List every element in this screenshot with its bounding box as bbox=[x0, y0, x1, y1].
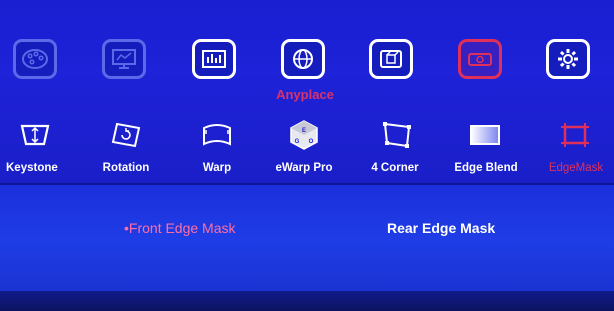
bottom-strip bbox=[0, 291, 614, 311]
top-menu-item-settings[interactable] bbox=[546, 39, 590, 79]
divider bbox=[0, 183, 614, 185]
osd-menu: Anyplace E G O Keystone Rotation Warp eW… bbox=[0, 0, 614, 311]
submenu-label-warp[interactable]: Warp bbox=[198, 162, 236, 174]
submenu-label-keystone[interactable]: Keystone bbox=[6, 162, 58, 174]
section-caption: Anyplace bbox=[276, 87, 334, 102]
palette-icon bbox=[22, 49, 48, 69]
svg-text:E: E bbox=[302, 128, 306, 134]
top-menu-item-network[interactable] bbox=[281, 39, 325, 79]
submenu-panel bbox=[0, 183, 614, 291]
projector-icon bbox=[468, 53, 492, 66]
equalizer-icon bbox=[202, 50, 226, 68]
edge-mask-icon[interactable] bbox=[556, 118, 594, 152]
rotation-icon[interactable] bbox=[107, 118, 145, 152]
edge-blend-icon[interactable] bbox=[466, 118, 504, 152]
svg-text:O: O bbox=[309, 139, 314, 145]
top-menu-item-display[interactable] bbox=[102, 39, 146, 79]
monitor-icon bbox=[112, 49, 136, 69]
globe-icon bbox=[293, 49, 313, 69]
top-menu-item-3d[interactable] bbox=[369, 39, 413, 79]
ewarp-pro-icon[interactable]: E G O bbox=[285, 118, 323, 152]
submenu-label-edge-mask[interactable]: EdgeMask bbox=[542, 162, 610, 174]
submenu-label-ewarp-pro[interactable]: eWarp Pro bbox=[271, 162, 337, 174]
top-menu-item-anyplace[interactable] bbox=[458, 39, 502, 79]
submenu-label-rotation[interactable]: Rotation bbox=[98, 162, 154, 174]
top-menu-item-audio[interactable] bbox=[192, 39, 236, 79]
3d-icon bbox=[380, 50, 402, 68]
submenu-label-4-corner[interactable]: 4 Corner bbox=[366, 162, 424, 174]
rear-edge-mask-option[interactable]: Rear Edge Mask bbox=[387, 220, 495, 236]
front-edge-mask-option[interactable]: •Front Edge Mask bbox=[124, 220, 236, 236]
warp-icon[interactable] bbox=[198, 118, 236, 152]
four-corner-icon[interactable] bbox=[378, 118, 416, 152]
gear-icon bbox=[558, 49, 578, 69]
submenu-label-edge-blend[interactable]: Edge Blend bbox=[446, 162, 526, 174]
keystone-icon[interactable] bbox=[16, 118, 54, 152]
svg-text:G: G bbox=[295, 139, 300, 145]
top-menu-item-palette[interactable] bbox=[13, 39, 57, 79]
